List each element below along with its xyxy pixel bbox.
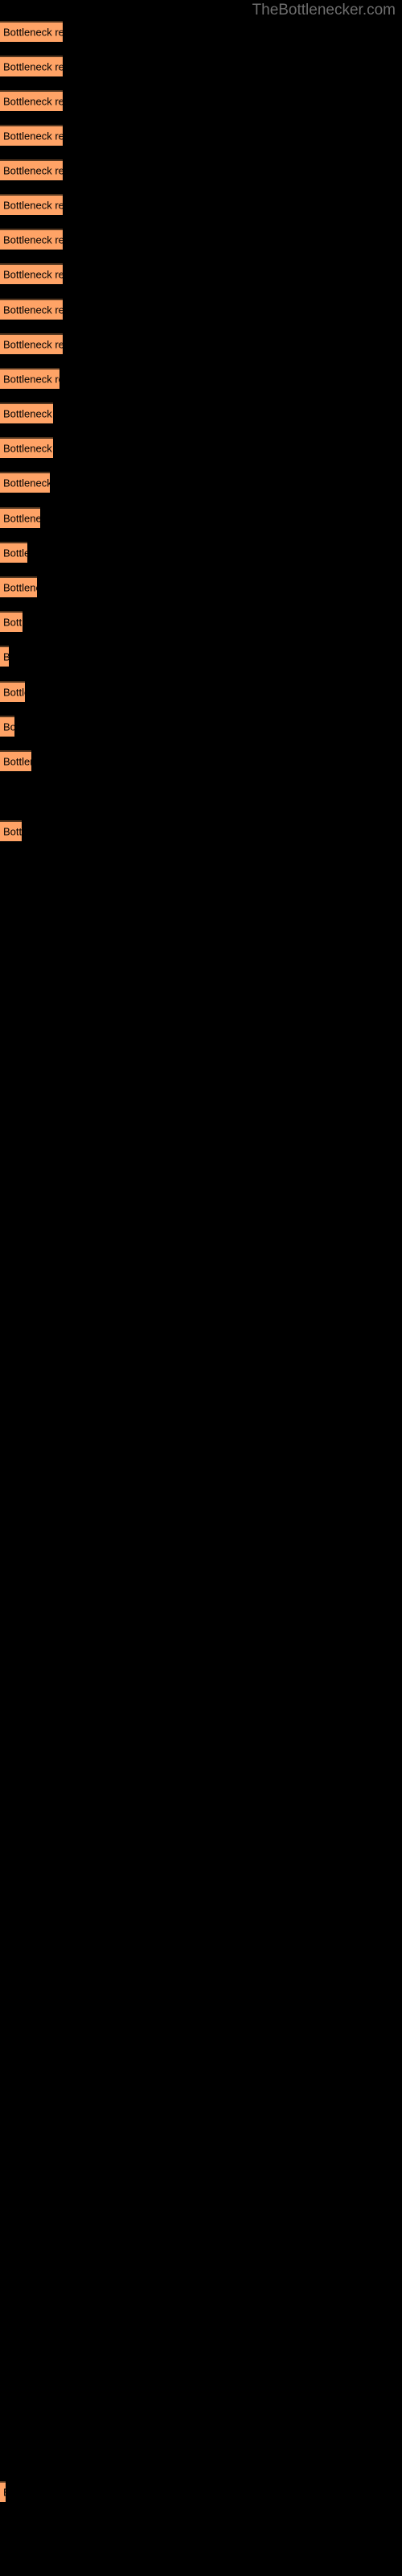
bottleneck-result-bar[interactable]: Bottleneck result xyxy=(0,263,63,284)
bar-row[interactable]: Bottleneck result xyxy=(0,542,27,563)
bottleneck-result-bar[interactable]: Bottleneck result xyxy=(0,333,63,354)
bottleneck-result-bar[interactable]: Bottleneck result xyxy=(0,507,40,528)
bar-row[interactable]: Bottleneck result xyxy=(0,576,37,597)
bar-label: Bottleneck result xyxy=(3,477,50,489)
bottleneck-result-bar[interactable]: Bottleneck result xyxy=(0,750,31,771)
bar-label: Bottleneck result xyxy=(3,547,27,559)
bar-label: Bottleneck result xyxy=(3,825,22,838)
bar-row[interactable]: Bottleneck result xyxy=(0,402,53,423)
bar-label: Bottleneck result xyxy=(3,26,63,39)
bar-row[interactable]: Bottleneck result xyxy=(0,437,53,458)
bar-label: Bottleneck result xyxy=(3,233,63,246)
bar-label: Bottleneck result xyxy=(3,303,63,316)
bar-row[interactable]: Bottleneck result xyxy=(0,21,63,42)
bottleneck-result-bar[interactable]: Bottleneck result xyxy=(0,90,63,111)
bottleneck-result-bar[interactable]: Bottleneck result xyxy=(0,716,14,737)
bottleneck-result-bar[interactable]: Bottleneck result xyxy=(0,542,27,563)
bar-row[interactable]: Bottleneck result xyxy=(0,820,22,841)
bar-label: Bottleneck result xyxy=(3,373,59,386)
bar-row[interactable]: Bottleneck result xyxy=(0,194,63,215)
site-watermark: TheBottlenecker.com xyxy=(252,2,396,19)
bar-label: Bottleneck result xyxy=(3,268,63,281)
bottleneck-result-bar[interactable]: Bottleneck result xyxy=(0,229,63,250)
bottleneck-result-bar[interactable]: Bottleneck result xyxy=(0,2481,6,2502)
bar-row[interactable]: Bottleneck result xyxy=(0,125,63,146)
bar-label: Bottleneck result xyxy=(3,164,63,177)
bar-label: Bottleneck result xyxy=(3,686,25,699)
bottleneck-result-bar[interactable]: Bottleneck result xyxy=(0,646,9,667)
bar-label: Bottleneck result xyxy=(3,338,63,351)
bottleneck-result-bar[interactable]: Bottleneck result xyxy=(0,820,22,841)
bar-row[interactable]: Bottleneck result xyxy=(0,646,9,667)
bottleneck-result-bar[interactable]: Bottleneck result xyxy=(0,194,63,215)
bar-row[interactable]: Bottleneck result xyxy=(0,716,14,737)
bar-row[interactable]: Bottleneck result xyxy=(0,507,40,528)
bar-row[interactable]: Bottleneck result xyxy=(0,333,63,354)
bar-label: Bottleneck result xyxy=(3,616,23,629)
bottleneck-result-bar[interactable]: Bottleneck result xyxy=(0,299,63,320)
bar-label: Bottleneck result xyxy=(3,199,63,212)
bar-label: Bottleneck result xyxy=(3,581,37,594)
bar-row[interactable]: Bottleneck result xyxy=(0,56,63,76)
bar-label: Bottleneck result xyxy=(3,130,63,142)
bottleneck-result-bar[interactable]: Bottleneck result xyxy=(0,125,63,146)
bar-row[interactable]: Bottleneck result xyxy=(0,681,25,702)
bottleneck-result-bar[interactable]: Bottleneck result xyxy=(0,402,53,423)
bar-label: Bottleneck result xyxy=(3,512,40,525)
bottleneck-result-bar[interactable]: Bottleneck result xyxy=(0,576,37,597)
bar-label: Bottleneck result xyxy=(3,442,53,455)
bottleneck-result-bar[interactable]: Bottleneck result xyxy=(0,159,63,180)
bar-row[interactable]: Bottleneck result xyxy=(0,611,23,632)
bar-label: Bottleneck result xyxy=(3,95,63,108)
bar-row[interactable]: Bottleneck result xyxy=(0,90,63,111)
bar-label: Bottleneck result xyxy=(3,755,31,768)
bottleneck-result-bar[interactable]: Bottleneck result xyxy=(0,56,63,76)
bar-label: Bottleneck result xyxy=(3,652,9,663)
bar-row[interactable]: Bottleneck result xyxy=(0,472,50,493)
bar-label: Bottleneck result xyxy=(3,407,53,420)
bar-row[interactable]: Bottleneck result xyxy=(0,229,63,250)
bottleneck-result-bar[interactable]: Bottleneck result xyxy=(0,681,25,702)
bar-row[interactable]: Bottleneck result xyxy=(0,159,63,180)
bottleneck-result-bar[interactable]: Bottleneck result xyxy=(0,21,63,42)
bar-row[interactable]: Bottleneck result xyxy=(0,2481,6,2502)
bar-label: Bottleneck result xyxy=(3,2487,6,2498)
bar-label: Bottleneck result xyxy=(3,60,63,73)
bottleneck-result-bar[interactable]: Bottleneck result xyxy=(0,472,50,493)
bar-label: Bottleneck result xyxy=(3,720,14,733)
bar-row[interactable]: Bottleneck result xyxy=(0,263,63,284)
bottleneck-result-bar[interactable]: Bottleneck result xyxy=(0,437,53,458)
bar-row[interactable]: Bottleneck result xyxy=(0,750,31,771)
bottleneck-chart-canvas: TheBottlenecker.com Bottleneck result Bot… xyxy=(0,0,402,2576)
bar-row[interactable]: Bottleneck result xyxy=(0,368,59,389)
bottleneck-result-bar[interactable]: Bottleneck result xyxy=(0,368,59,389)
bar-row[interactable]: Bottleneck result xyxy=(0,299,63,320)
bottleneck-result-bar[interactable]: Bottleneck result xyxy=(0,611,23,632)
